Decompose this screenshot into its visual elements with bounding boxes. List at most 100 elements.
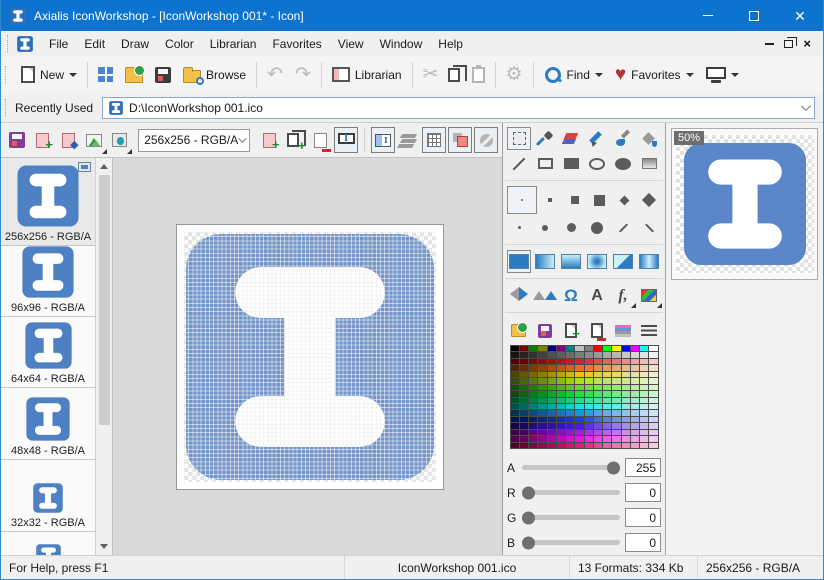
palette-swatch[interactable] [603,436,611,441]
palette-swatch[interactable] [612,365,620,370]
split-view-button[interactable] [371,127,395,153]
palette-swatch[interactable] [622,423,630,428]
palette-swatch[interactable] [557,352,565,357]
slider-value-r[interactable]: 0 [625,483,661,502]
palette-swatch[interactable] [612,359,620,364]
palette-swatch[interactable] [594,372,602,377]
palette-swatch[interactable] [575,404,583,409]
palette-swatch[interactable] [557,443,565,448]
palette-swatch[interactable] [622,410,630,415]
brush-size-square-large[interactable] [587,189,611,212]
new-format-wizard-button[interactable]: ◆ [56,127,80,153]
palette-swatch[interactable] [529,352,537,357]
brush-size-1[interactable] [507,186,537,214]
layers-button[interactable] [397,127,421,153]
rotate-button[interactable]: Ω [559,284,583,307]
palette-swatch[interactable] [529,423,537,428]
palette-swatch[interactable] [649,417,657,422]
palette-swatch[interactable] [585,443,593,448]
fill-style-solid[interactable] [507,250,531,273]
palette-swatch[interactable] [548,391,556,396]
palette-menu-button[interactable] [638,320,661,341]
palette-swatch[interactable] [575,378,583,383]
eyedropper-tool[interactable] [533,127,557,150]
palette-swatch[interactable] [603,410,611,415]
minimize-button[interactable] [685,0,731,31]
palette-swatch[interactable] [603,346,611,351]
palette-swatch[interactable] [575,423,583,428]
palette-swatch[interactable] [622,359,630,364]
palette-swatch[interactable] [557,385,565,390]
settings-button[interactable]: ⚙ [500,62,529,87]
effects-button[interactable]: f, [611,284,635,307]
palette-swatch[interactable] [631,417,639,422]
palette-swatch[interactable] [511,423,519,428]
palette-swatch[interactable] [557,365,565,370]
palette-swatch[interactable] [585,417,593,422]
slider-value-a[interactable]: 255 [625,458,661,477]
palette-swatch[interactable] [631,398,639,403]
palette-swatch[interactable] [548,352,556,357]
palette-swatch[interactable] [566,404,574,409]
slider-thumb-r[interactable] [522,486,535,499]
palette-swatch[interactable] [548,410,556,415]
palette-swatch[interactable] [640,404,648,409]
browse-button[interactable]: Browse [177,64,252,86]
palette-swatch[interactable] [575,398,583,403]
palette-swatch[interactable] [594,385,602,390]
palette-swatch[interactable] [640,391,648,396]
palette-swatch[interactable] [548,378,556,383]
gradient-rectangle-tool[interactable] [637,152,661,175]
favorites-button[interactable]: ♥ Favorites [609,62,700,87]
menu-item-view[interactable]: View [330,34,372,54]
format-item-partial[interactable] [1,532,95,555]
palette-swatch[interactable] [575,372,583,377]
palette-swatch[interactable] [612,352,620,357]
brush-tool[interactable] [611,127,635,150]
palette-swatch[interactable] [511,443,519,448]
text-tool[interactable]: A [585,284,609,307]
brush-size-dot-large[interactable] [585,216,609,239]
palette-swatch[interactable] [557,410,565,415]
palette-swatch[interactable] [566,352,574,357]
menu-item-favorites[interactable]: Favorites [264,34,329,54]
palette-swatch[interactable] [631,430,639,435]
palette-swatch[interactable] [585,430,593,435]
brush-size-square-medium[interactable] [563,189,587,212]
palette-swatch[interactable] [575,365,583,370]
palette-swatch[interactable] [575,417,583,422]
palette-swatch[interactable] [520,417,528,422]
eraser-tool[interactable] [559,127,583,150]
rectangle-tool[interactable] [533,152,557,175]
palette-swatch[interactable] [566,398,574,403]
brush-backslash[interactable] [637,216,661,239]
filled-rectangle-tool[interactable] [559,152,583,175]
remove-format-button[interactable] [309,127,333,153]
palette-swatch[interactable] [622,372,630,377]
fill-style-radial[interactable] [585,250,609,273]
palette-swatch[interactable] [631,385,639,390]
palette-swatch[interactable] [557,417,565,422]
new-palette-button[interactable]: + [559,320,582,341]
palette-swatch[interactable] [649,391,657,396]
slider-track-a[interactable] [522,465,620,470]
palette-swatch[interactable] [603,378,611,383]
palette-swatch[interactable] [529,372,537,377]
palette-swatch[interactable] [585,365,593,370]
palette-swatch[interactable] [603,417,611,422]
palette-swatch[interactable] [612,410,620,415]
palette-swatch[interactable] [529,385,537,390]
palette-swatch[interactable] [548,359,556,364]
palette-swatch[interactable] [511,385,519,390]
palette-swatch[interactable] [594,430,602,435]
palette-swatch[interactable] [566,417,574,422]
close-button[interactable]: ✕ [777,0,823,31]
palette-swatch[interactable] [566,443,574,448]
palette-swatch[interactable] [649,404,657,409]
palette-swatch[interactable] [520,385,528,390]
palette-swatch[interactable] [649,378,657,383]
redo-button[interactable]: ↷ [289,62,317,87]
palette-swatch[interactable] [649,430,657,435]
palette-swatch[interactable] [575,352,583,357]
palette-swatch[interactable] [529,410,537,415]
